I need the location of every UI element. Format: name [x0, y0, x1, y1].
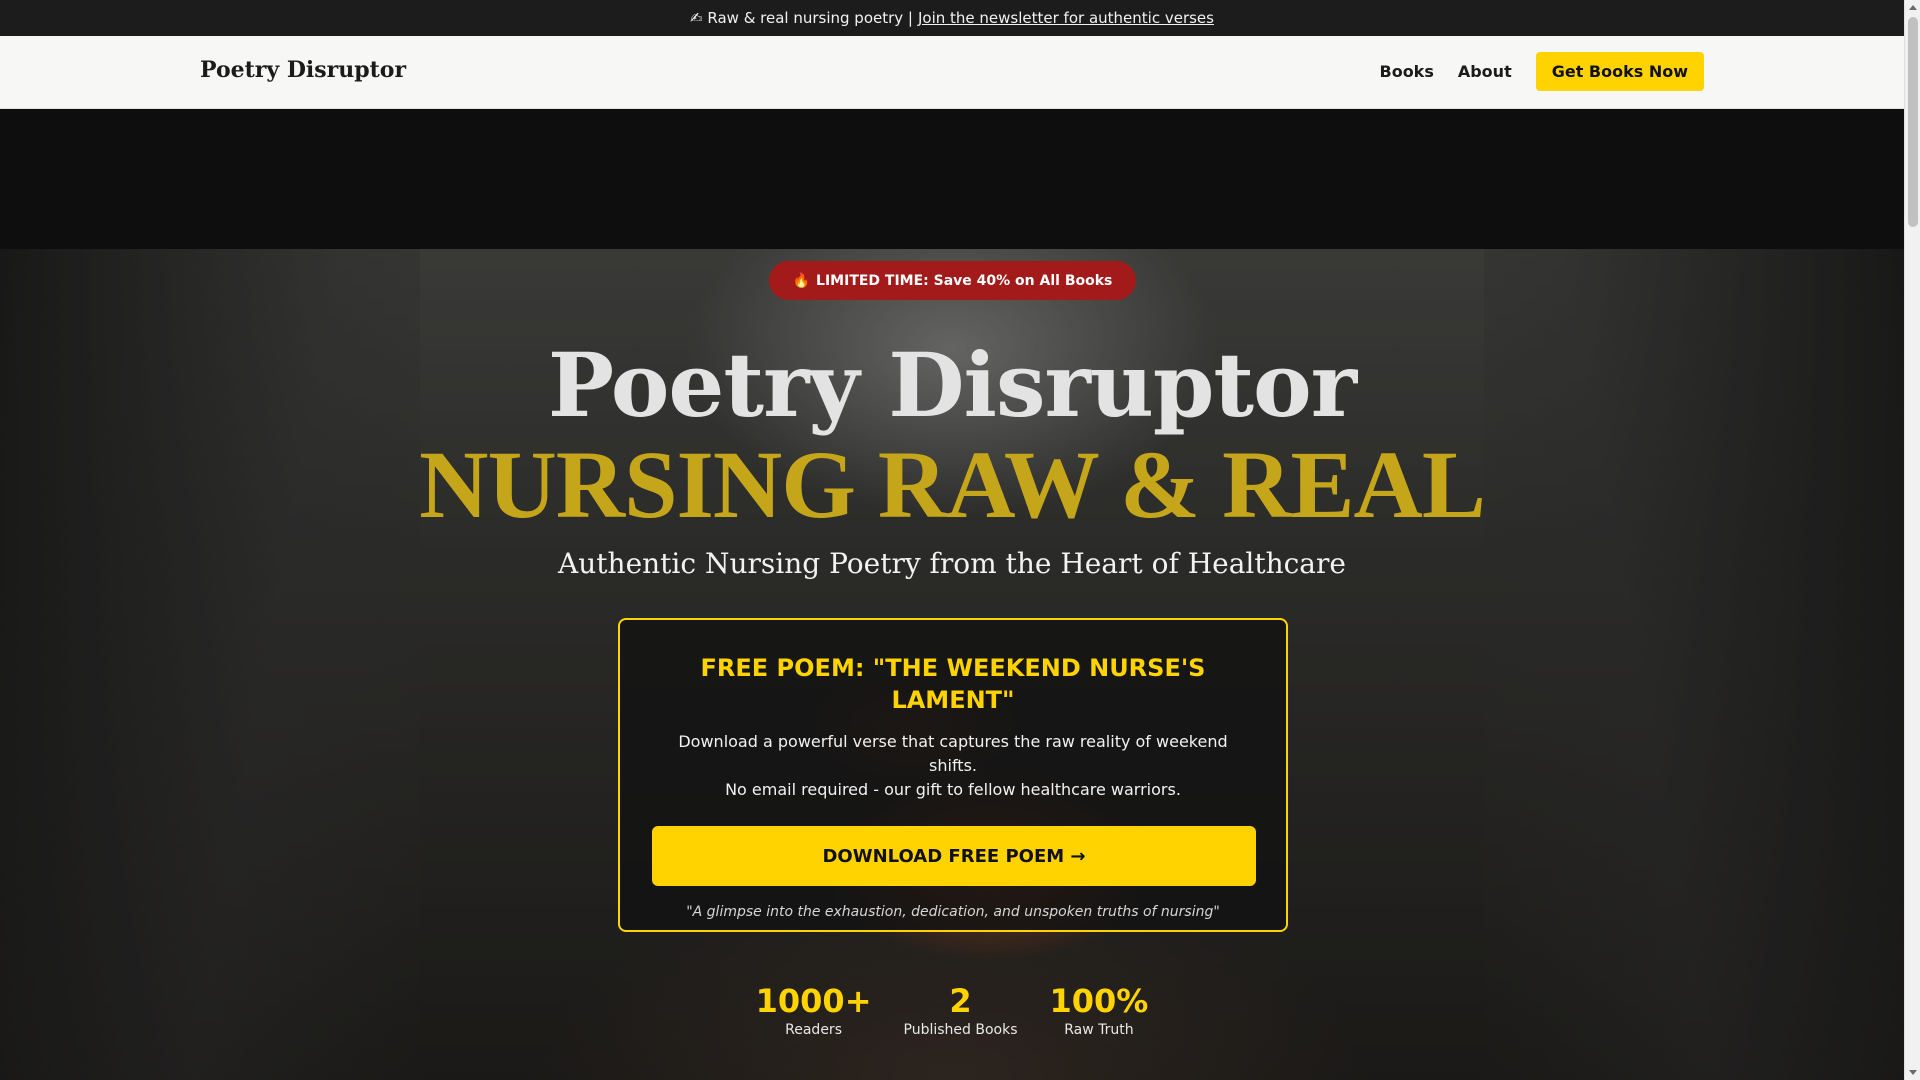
scroll-up-arrow-icon[interactable]: [1909, 5, 1917, 10]
free-poem-quote: "A glimpse into the exhaustion, dedicati…: [686, 904, 1220, 920]
site-header: Poetry Disruptor Books About Get Books N…: [0, 36, 1904, 109]
free-poem-description-line1: Download a powerful verse that captures …: [678, 732, 1228, 775]
stat-value: 2: [949, 982, 972, 1020]
free-poem-card: FREE POEM: "THE WEEKEND NURSE'S LAMENT" …: [618, 618, 1288, 932]
hero-title: Poetry Disruptor: [547, 333, 1357, 437]
get-books-button[interactable]: Get Books Now: [1535, 52, 1704, 91]
stat-value: 100%: [1049, 982, 1149, 1020]
promo-badge: 🔥 LIMITED TIME: Save 40% on All Books: [769, 261, 1136, 300]
hero-section: 🔥 LIMITED TIME: Save 40% on All Books Po…: [0, 109, 1904, 1080]
stat-label: Published Books: [903, 1022, 1018, 1038]
free-poem-description-line2: No email required - our gift to fellow h…: [725, 780, 1181, 799]
nav-books-link[interactable]: Books: [1380, 62, 1434, 81]
download-free-poem-button[interactable]: DOWNLOAD FREE POEM →: [652, 826, 1256, 886]
stat-label: Raw Truth: [1064, 1022, 1134, 1038]
stat-raw-truth: 100% Raw Truth: [1050, 981, 1149, 1038]
brand-logo[interactable]: Poetry Disruptor: [200, 57, 406, 83]
nav-about-link[interactable]: About: [1458, 62, 1512, 81]
promo-badge-text: LIMITED TIME: Save 40% on All Books: [816, 272, 1113, 289]
announcement-bar: ✍ Raw & real nursing poetry | Join the n…: [0, 0, 1904, 36]
page-scrollbar[interactable]: [1904, 0, 1920, 1080]
stat-published-books: 2 Published Books: [904, 981, 1018, 1038]
stat-readers: 1000+ Readers: [756, 981, 872, 1038]
main-nav: Books About Get Books Now: [1380, 52, 1704, 91]
fire-icon: 🔥: [792, 272, 811, 289]
stat-label: Readers: [785, 1022, 842, 1038]
newsletter-link[interactable]: Join the newsletter for authentic verses: [918, 9, 1214, 27]
scrollbar-thumb[interactable]: [1908, 17, 1918, 227]
free-poem-description: Download a powerful verse that captures …: [652, 730, 1254, 802]
stat-value: 1000+: [755, 982, 872, 1020]
hero-tagline: NURSING RAW & REAL: [419, 431, 1486, 538]
hero-subtitle: Authentic Nursing Poetry from the Heart …: [558, 547, 1346, 580]
scroll-down-arrow-icon[interactable]: [1909, 1070, 1917, 1075]
stats-row: 1000+ Readers 2 Published Books 100% Raw…: [0, 981, 1904, 1038]
announcement-text: ✍ Raw & real nursing poetry |: [690, 9, 913, 27]
free-poem-title: FREE POEM: "THE WEEKEND NURSE'S LAMENT": [700, 654, 1206, 714]
